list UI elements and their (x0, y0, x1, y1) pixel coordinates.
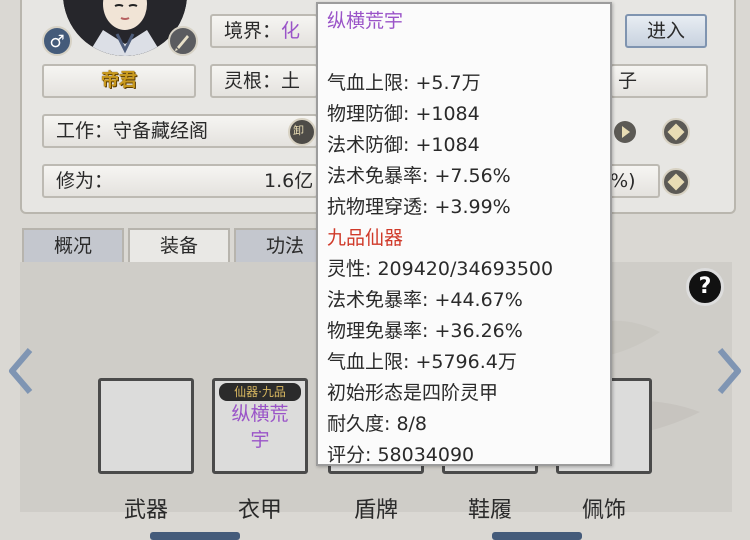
root-right-text: 子 (618, 70, 638, 92)
brush-icon (175, 35, 189, 51)
realm-field: 境界：化 (210, 14, 318, 48)
tooltip-stat-hp-2: 气血上限: +5796.4万 (327, 351, 517, 373)
realm-label: 境界： (224, 20, 282, 42)
unequip-job-button[interactable]: 卸 (288, 118, 316, 146)
spirit-root-field: 灵根：土 (210, 64, 318, 98)
tooltip-stat-magic-crit-res-2: 法术免暴率: +44.67% (327, 289, 523, 311)
tooltip-item-name: 纵横荒宇 (327, 10, 404, 32)
gender-symbol: ♂ (49, 32, 65, 52)
accessory-slot-label: 佩饰 (581, 498, 626, 523)
weapon-slot[interactable] (98, 378, 194, 474)
arrow-right-icon[interactable] (714, 346, 744, 396)
weapon-slot-label: 武器 (123, 498, 168, 523)
bottom-tab-indicator-2 (492, 532, 582, 540)
armor-item-name: 纵横荒 宇 (215, 401, 305, 453)
tooltip-form-note: 初始形态是四阶灵甲 (327, 382, 499, 404)
arrow-left-icon[interactable] (6, 346, 36, 396)
realm-value: 化 (281, 20, 301, 42)
tooltip-stat-phys-crit-res: 物理免暴率: +36.26% (327, 320, 523, 342)
help-button[interactable]: ? (686, 268, 724, 306)
tooltip-stat-magic-def: 法术防御: +1084 (327, 134, 480, 156)
tooltip-grade: 九品仙器 (327, 227, 404, 249)
tooltip-durability: 耐久度: 8/8 (327, 413, 428, 435)
title-badge-text: 帝君 (101, 70, 137, 91)
enter-button[interactable]: 进入 (625, 14, 707, 48)
tooltip-spacer (327, 37, 610, 68)
root-label: 灵根： (224, 70, 282, 92)
tooltip-stat-pierce-res: 抗物理穿透: +3.99% (327, 196, 511, 218)
shield-slot-label: 盾牌 (353, 498, 398, 523)
tooltip-score: 评分: 58034090 (327, 444, 475, 466)
cultivation-diamond-button[interactable] (662, 168, 690, 196)
job-diamond-button[interactable] (662, 118, 690, 146)
item-tooltip: 纵横荒宇 气血上限: +5.7万 物理防御: +1084 法术防御: +1084… (316, 2, 612, 466)
tab-overview[interactable]: 概况 (22, 228, 124, 262)
gender-icon[interactable]: ♂ (42, 26, 72, 56)
enter-button-label: 进入 (646, 20, 685, 42)
root-value: 土 (281, 70, 301, 92)
armor-name-line1: 纵横荒 (231, 403, 289, 425)
help-glyph: ? (698, 274, 712, 299)
tab-overview-label: 概况 (53, 235, 92, 257)
armor-grade-tag: 仙器·九品 (219, 383, 301, 401)
job-value: 守备藏经阁 (113, 120, 209, 142)
cultivation-label: 修为： (56, 170, 114, 192)
title-badge-button[interactable]: 帝君 (42, 64, 196, 98)
tab-equipment[interactable]: 装备 (128, 228, 230, 262)
job-field: 工作：守备藏经阁 (42, 114, 318, 148)
tooltip-stat-magic-crit-res: 法术免暴率: +7.56% (327, 165, 511, 187)
cultivation-value: 1.6亿 (264, 170, 314, 192)
play-icon[interactable] (614, 120, 636, 144)
spirit-root-field-right: 子 (610, 64, 708, 98)
armor-name-line2: 宇 (250, 429, 270, 451)
tooltip-stat-phys-def: 物理防御: +1084 (327, 103, 480, 125)
rename-brush-icon[interactable] (168, 26, 198, 56)
bottom-tab-indicator (150, 532, 240, 540)
tooltip-stat-hp: 气血上限: +5.7万 (327, 72, 481, 94)
tooltip-stat-spirit: 灵性: 209420/34693500 (327, 258, 554, 280)
armor-slot[interactable]: 仙器·九品 纵横荒 宇 (212, 378, 308, 474)
tab-equipment-label: 装备 (159, 235, 198, 257)
job-label: 工作： (56, 120, 114, 142)
tab-skills-label: 功法 (265, 235, 304, 257)
armor-slot-label: 衣甲 (237, 498, 282, 523)
unequip-job-glyph: 卸 (293, 124, 304, 137)
cultivation-field: 修为： 1.6亿 (42, 164, 318, 198)
boots-slot-label: 鞋履 (467, 498, 512, 523)
